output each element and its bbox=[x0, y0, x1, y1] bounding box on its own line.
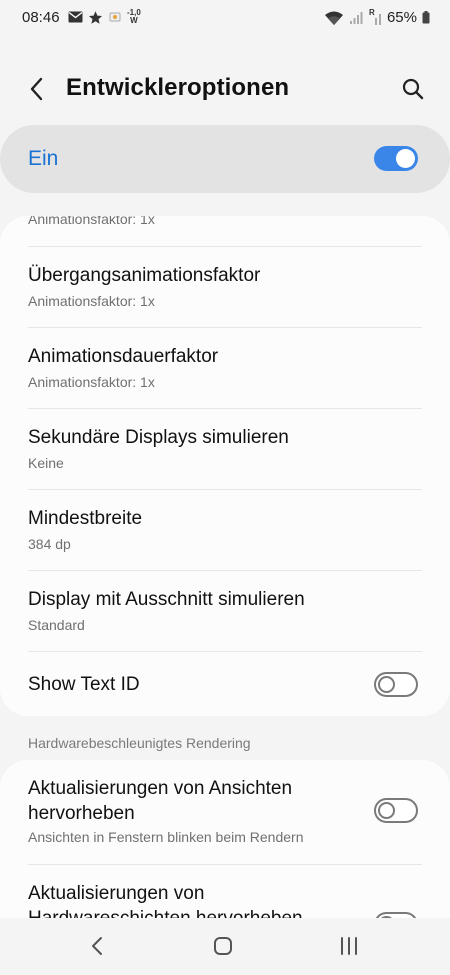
section-header: Hardwarebeschleunigtes Rendering bbox=[28, 735, 251, 751]
list-item-subtitle: Keine bbox=[28, 455, 64, 471]
settings-list-rendering: Aktualisierungen von Ansichten hervorheb… bbox=[0, 760, 450, 920]
signal-icon bbox=[349, 11, 363, 24]
wifi-icon bbox=[324, 11, 343, 25]
list-item-partial[interactable]: Animationsfaktor: 1x bbox=[0, 216, 450, 246]
master-switch-label: Ein bbox=[28, 147, 59, 170]
status-bar: 08:46 -1,0 W R 65% bbox=[0, 0, 450, 36]
list-item-subtitle: Ansichten in Fenstern blinken beim Rende… bbox=[28, 829, 304, 845]
developer-options-master-switch[interactable]: Ein bbox=[0, 125, 450, 193]
back-arrow-icon bbox=[30, 77, 43, 101]
master-toggle[interactable] bbox=[374, 146, 418, 171]
nav-back-button[interactable] bbox=[77, 930, 117, 962]
status-time: 08:46 bbox=[22, 9, 60, 26]
settings-list: Animationsfaktor: 1x Übergangsanimations… bbox=[0, 216, 450, 716]
list-item-subtitle: 384 dp bbox=[28, 536, 71, 552]
notification-app-icon bbox=[109, 12, 121, 22]
list-item-title: Mindestbreite bbox=[28, 508, 143, 529]
list-item-subtitle: Animationsfaktor: 1x bbox=[28, 216, 155, 227]
list-item-title: Übergangsanimationsfaktor bbox=[28, 265, 261, 286]
navigation-bar bbox=[0, 918, 450, 975]
list-item-title: Display mit Ausschnitt simulieren bbox=[28, 589, 305, 610]
mail-icon bbox=[68, 11, 83, 23]
signal-icon-2 bbox=[374, 14, 381, 25]
page-title: Entwickleroptionen bbox=[66, 74, 290, 101]
list-item-subtitle: Animationsfaktor: 1x bbox=[28, 293, 155, 309]
list-item-simulate-secondary-displays[interactable]: Sekundäre Displays simulieren Keine bbox=[0, 409, 450, 489]
star-icon bbox=[88, 10, 103, 24]
list-item-subtitle: Animationsfaktor: 1x bbox=[28, 374, 155, 390]
show-text-id-toggle[interactable] bbox=[374, 672, 418, 697]
app-header: Entwickleroptionen bbox=[0, 60, 450, 118]
list-item-transition-animation-scale[interactable]: Übergangsanimationsfaktor Animationsfakt… bbox=[0, 247, 450, 327]
show-view-updates-toggle[interactable] bbox=[374, 798, 418, 823]
list-item-show-text-id[interactable]: Show Text ID bbox=[0, 652, 450, 716]
list-item-subtitle: Standard bbox=[28, 617, 85, 633]
list-item-simulate-display-cutout[interactable]: Display mit Ausschnitt simulieren Standa… bbox=[0, 571, 450, 651]
toggle-knob bbox=[396, 149, 415, 168]
list-item-title: Show Text ID bbox=[28, 674, 140, 695]
list-item-title-line1: Aktualisierungen von bbox=[28, 883, 205, 904]
list-item-animator-duration-scale[interactable]: Animationsdauerfaktor Animationsfaktor: … bbox=[0, 328, 450, 408]
back-button[interactable] bbox=[20, 72, 54, 106]
nav-recents-icon bbox=[341, 937, 357, 955]
nav-home-button[interactable] bbox=[203, 930, 243, 962]
search-button[interactable] bbox=[396, 72, 430, 106]
data-speed-indicator: -1,0 W bbox=[127, 8, 141, 25]
list-item-show-hardware-layer-updates[interactable]: Aktualisierungen von Hardwareschichten h… bbox=[0, 865, 450, 920]
search-icon bbox=[402, 78, 424, 100]
list-item-title: Sekundäre Displays simulieren bbox=[28, 427, 289, 448]
list-item-show-view-updates[interactable]: Aktualisierungen von Ansichten hervorheb… bbox=[0, 760, 450, 864]
list-item-title-line2: hervorheben bbox=[28, 803, 135, 824]
list-item-title-line1: Aktualisierungen von Ansichten bbox=[28, 778, 293, 799]
battery-percent: 65% bbox=[386, 9, 417, 26]
signal-roaming-indicator: R bbox=[368, 8, 382, 25]
battery-icon bbox=[422, 11, 430, 24]
toggle-knob bbox=[378, 802, 395, 819]
list-item-title: Animationsdauerfaktor bbox=[28, 346, 219, 367]
toggle-knob bbox=[378, 676, 395, 693]
list-item-smallest-width[interactable]: Mindestbreite 384 dp bbox=[0, 490, 450, 570]
nav-home-icon bbox=[214, 937, 232, 955]
nav-back-icon bbox=[92, 937, 102, 955]
nav-recents-button[interactable] bbox=[329, 930, 369, 962]
